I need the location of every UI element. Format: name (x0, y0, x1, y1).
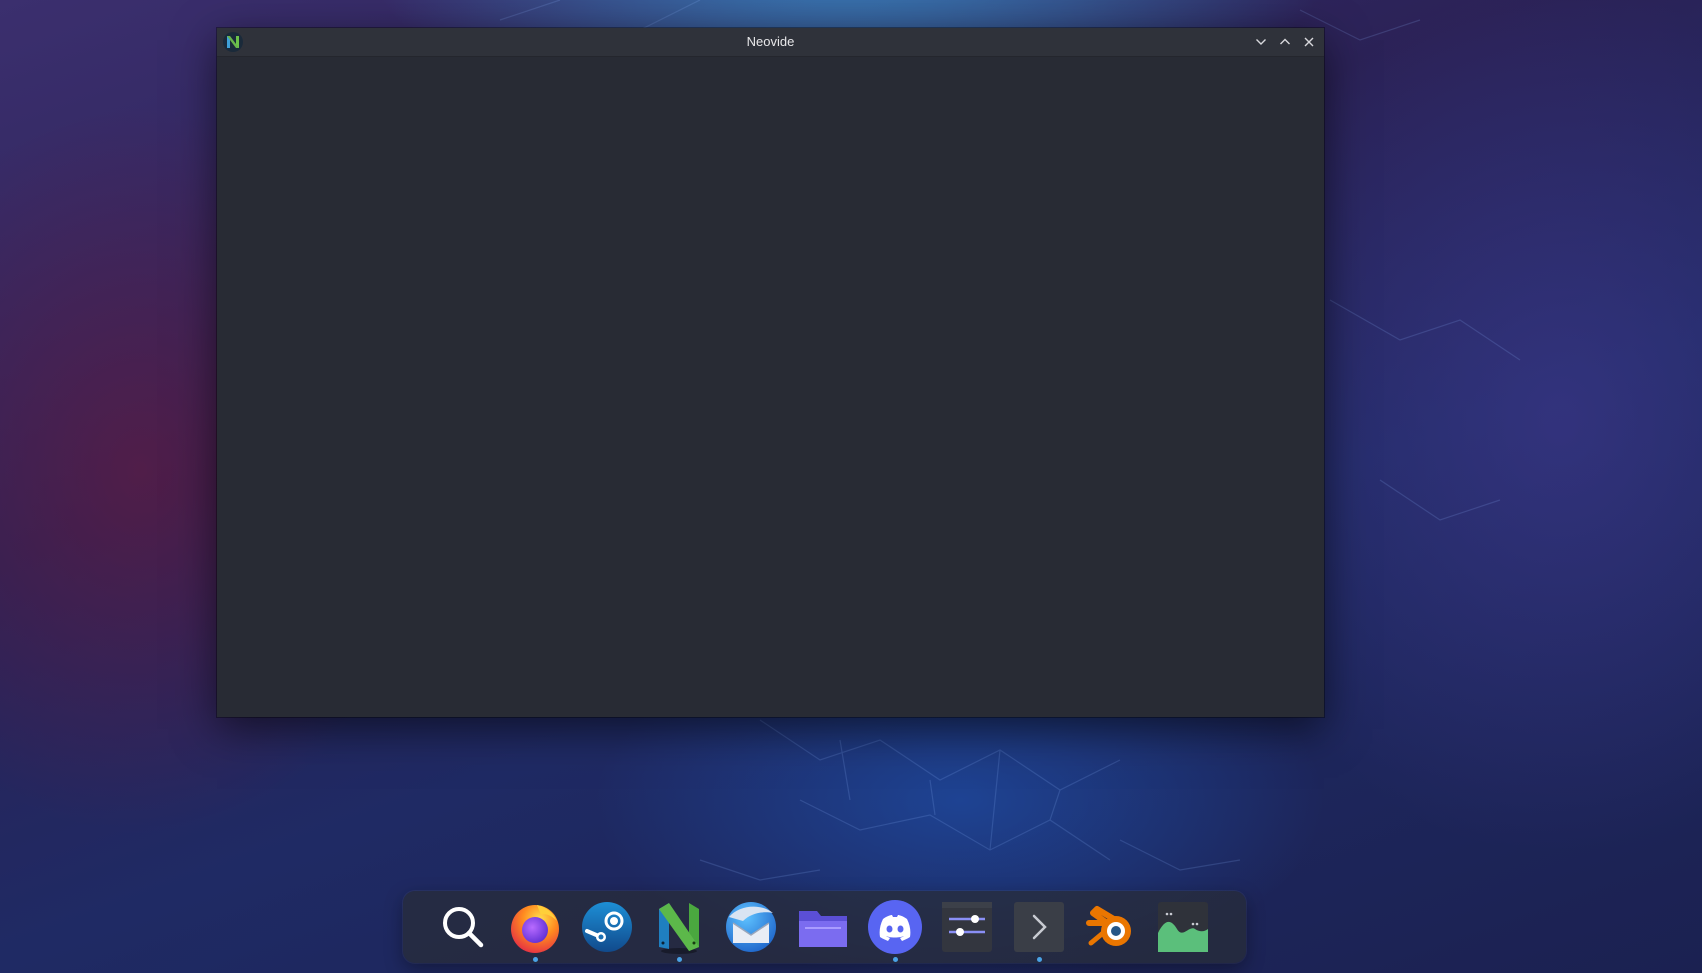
terminal-icon (1014, 902, 1064, 952)
neovide-window[interactable]: Neovide (217, 28, 1324, 717)
close-icon (1304, 37, 1314, 47)
folder-icon (799, 911, 847, 947)
system-monitor-icon (1158, 902, 1208, 952)
close-button[interactable] (1299, 32, 1319, 52)
dock-item-system-monitor[interactable] (1155, 899, 1211, 955)
blender-icon (1086, 906, 1131, 946)
dock-item-steam[interactable] (579, 899, 635, 955)
running-indicator (677, 957, 682, 962)
dock (403, 891, 1246, 963)
dock-item-neovide[interactable] (651, 899, 707, 962)
window-title: Neovide (746, 34, 795, 49)
sliders-icon (942, 902, 992, 952)
desktop: Neovide (0, 0, 1702, 973)
firefox-icon (511, 905, 559, 953)
editor-area[interactable] (217, 57, 1324, 717)
title-bar[interactable]: Neovide (217, 28, 1324, 57)
dock-item-terminal[interactable] (1011, 899, 1067, 962)
thunderbird-icon (726, 902, 776, 952)
running-indicator (1037, 957, 1042, 962)
running-indicator (533, 957, 538, 962)
dock-item-discord[interactable] (867, 899, 923, 962)
dock-item-blender[interactable] (1083, 899, 1139, 955)
dock-item-firefox[interactable] (507, 899, 563, 962)
chevron-up-icon (1280, 38, 1290, 45)
running-indicator (893, 957, 898, 962)
maximize-button[interactable] (1275, 32, 1295, 52)
discord-icon (868, 900, 922, 954)
steam-icon (582, 902, 632, 952)
search-icon (443, 907, 484, 948)
dock-item-thunderbird[interactable] (723, 899, 779, 955)
dock-item-files[interactable] (795, 899, 851, 955)
minimize-button[interactable] (1251, 32, 1271, 52)
chevron-down-icon (1256, 39, 1266, 45)
neovim-icon (659, 903, 699, 954)
dock-item-search[interactable] (435, 899, 491, 955)
dock-item-settings[interactable] (939, 899, 995, 955)
